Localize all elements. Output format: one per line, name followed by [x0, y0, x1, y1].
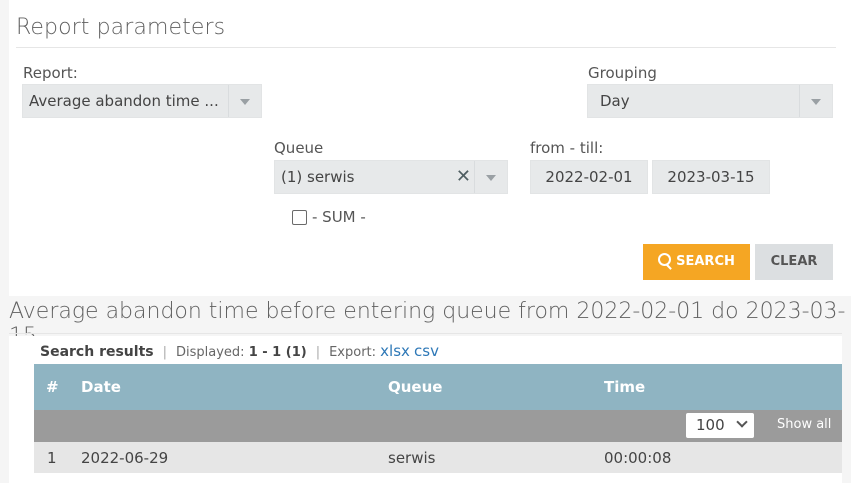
sum-label: - SUM - — [312, 208, 366, 226]
column-header-date[interactable]: Date — [81, 378, 121, 396]
caret-down-icon — [811, 99, 821, 105]
separator: | — [315, 345, 321, 360]
column-header-queue[interactable]: Queue — [388, 378, 442, 396]
page-size-select[interactable]: 100 — [686, 413, 754, 438]
grouping-select-toggle[interactable] — [799, 85, 832, 117]
date-from-input[interactable]: 2022-02-01 — [530, 160, 648, 194]
grouping-select[interactable]: Day — [587, 84, 833, 118]
report-select-toggle[interactable] — [228, 85, 261, 117]
queue-select-toggle[interactable] — [474, 161, 507, 193]
row-index: 1 — [47, 449, 57, 467]
results-divider — [9, 333, 842, 334]
chevron-down-icon — [736, 416, 748, 428]
row-queue: serwis — [388, 449, 436, 467]
grouping-label: Grouping — [588, 64, 657, 82]
queue-select-value: (1) serwis — [281, 168, 355, 186]
grouping-select-value: Day — [600, 92, 630, 110]
report-label: Report: — [23, 64, 78, 82]
table-header: # Date Queue Time — [34, 364, 842, 410]
clear-button[interactable]: CLEAR — [755, 244, 833, 280]
report-page: Report parameters Report: Average abando… — [0, 0, 851, 483]
table-footer-spacer — [9, 473, 842, 483]
section-title: Report parameters — [16, 15, 226, 40]
report-select-value: Average abandon time ... — [29, 92, 219, 110]
displayed-label: Displayed: — [175, 345, 245, 360]
title-divider — [16, 47, 836, 48]
export-csv-link[interactable]: csv — [414, 342, 439, 360]
table-gutter — [9, 364, 34, 473]
sum-checkbox[interactable] — [292, 210, 307, 225]
caret-down-icon — [486, 175, 496, 181]
column-header-index[interactable]: # — [46, 378, 59, 396]
column-header-time[interactable]: Time — [604, 378, 645, 396]
search-button-label: SEARCH — [676, 254, 735, 269]
row-date: 2022-06-29 — [81, 449, 169, 467]
search-icon — [658, 253, 672, 266]
page-size-value: 100 — [696, 416, 725, 434]
table-toolbar: 100 Show all — [34, 410, 842, 442]
export-xlsx-link[interactable]: xlsx — [380, 342, 410, 360]
queue-label: Queue — [274, 139, 324, 157]
separator: | — [162, 345, 167, 360]
queue-select[interactable]: (1) serwis ✕ — [274, 160, 508, 194]
displayed-value: 1 - 1 (1) — [248, 345, 307, 360]
report-select[interactable]: Average abandon time ... — [22, 84, 262, 118]
caret-down-icon — [240, 99, 250, 105]
export-label: Export: — [329, 345, 377, 360]
row-time: 00:00:08 — [604, 449, 672, 467]
search-button[interactable]: SEARCH — [643, 244, 750, 280]
show-all-link[interactable]: Show all — [777, 417, 831, 432]
clear-icon[interactable]: ✕ — [456, 166, 471, 187]
table-row[interactable]: 1 2022-06-29 serwis 00:00:08 — [34, 442, 842, 473]
results-summary-bar: Search results | Displayed: 1 - 1 (1) | Expo… — [9, 336, 842, 364]
date-till-input[interactable]: 2023-03-15 — [652, 160, 770, 194]
period-label: from - till: — [530, 139, 604, 157]
search-results-label: Search results — [40, 344, 154, 360]
